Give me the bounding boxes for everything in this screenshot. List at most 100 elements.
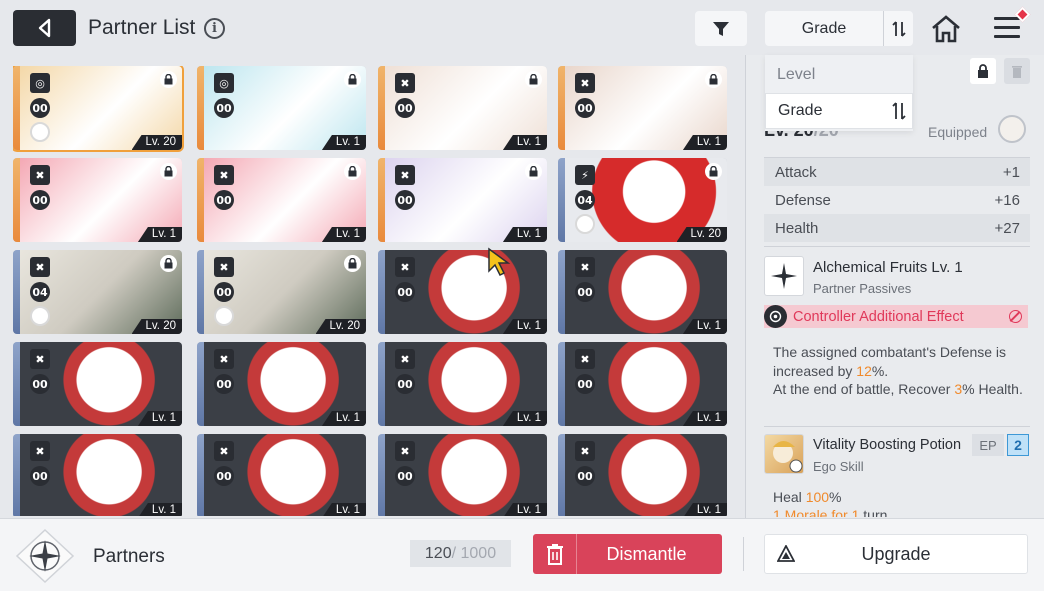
partner-card[interactable]: ✖ 00 Lv. 1 [197,434,366,516]
dismantle-button[interactable]: Dismantle [533,534,722,574]
partner-card[interactable]: ✖ 00 Lv. 1 [378,342,547,426]
back-button[interactable] [13,10,76,46]
partner-grid: ◎ 00 Lv. 20 ◎ 00 Lv. 1 ✖ 00 Lv. 1 ✖ 00 Lv. 1 ✖ 00 Lv. … [13,66,733,516]
rarity-stripe [378,434,385,516]
partners-label: Partners [93,546,165,567]
sword-class-icon: ✖ [214,349,234,369]
equipped-avatar [575,214,595,234]
info-icon[interactable]: i [204,18,225,39]
menu-button[interactable] [994,6,1031,44]
sword-class-icon: ✖ [395,165,415,185]
lock-icon [160,255,177,272]
ascension-badge: 00 [30,190,50,210]
mouse-cursor-icon [488,247,511,277]
circle-class-icon: ◎ [30,73,50,93]
passive-skill-type: Partner Passives [813,281,912,296]
ascension-badge: 00 [30,98,50,118]
upgrade-button[interactable]: Upgrade [764,534,1028,574]
partner-card[interactable]: ✖ 00 Lv. 1 [13,434,182,516]
sort-option-level[interactable]: Level [765,57,913,93]
partner-card[interactable]: ✖ 00 Lv. 1 [558,250,727,334]
partner-card[interactable]: ✖ 00 Lv. 1 [378,66,547,150]
upgrade-icon [765,534,807,574]
partner-card[interactable]: ✖ 00 Lv. 1 [13,158,182,242]
ep-label: EP [972,434,1004,456]
trash-icon [533,534,577,574]
sword-class-icon: ✖ [30,165,50,185]
sword-class-icon: ✖ [575,349,595,369]
partner-card[interactable]: ✖ 00 Lv. 1 [197,342,366,426]
equipped-character-avatar[interactable] [998,115,1026,143]
desc-text: turn [859,507,888,517]
partner-card[interactable]: ✖ 00 Lv. 1 [558,342,727,426]
rarity-stripe [558,250,565,334]
stat-name: Health [775,219,819,237]
ep-cost: 2 [1007,434,1029,456]
rarity-stripe [197,342,204,426]
partner-count: 120 / 1000 [410,540,511,567]
passive-effect-description: The assigned combatant's Defense is incr… [773,343,1035,399]
sword-class-icon: ✖ [30,441,50,461]
sword-class-icon: ✖ [214,441,234,461]
ascension-badge: 00 [214,466,234,486]
desc-text: At the end of battle, Recover [773,381,955,397]
partner-card[interactable]: ✖ 00 Lv. 1 [558,66,727,150]
circle-class-icon: ◎ [214,73,234,93]
passive-skill-icon [764,256,804,296]
ego-skill-type: Ego Skill [813,459,864,474]
partner-card[interactable]: ✖ 00 Lv. 1 [13,342,182,426]
desc-text: % [829,489,842,505]
partner-card[interactable]: ⚡ 04 Lv. 20 [558,158,727,242]
rarity-stripe [13,158,20,242]
partners-emblem-icon [12,528,78,584]
desc-text: 1 Morale for [773,507,852,517]
partner-card[interactable]: ◎ 00 Lv. 1 [197,66,366,150]
partner-card[interactable]: ✖ 04 Lv. 20 [13,250,182,334]
sort-select[interactable]: Grade [765,11,913,46]
rarity-stripe [558,158,565,242]
rarity-stripe [558,66,565,150]
desc-highlight: 100 [805,489,830,505]
sort-option-grade[interactable]: Grade [765,93,913,129]
ascension-badge: 00 [214,374,234,394]
sort-dropdown: Level Grade [765,55,913,131]
divider [743,537,744,571]
ascension-badge: 00 [395,98,415,118]
lock-button[interactable] [970,58,996,84]
partner-card[interactable]: ◎ 00 Lv. 20 [13,66,184,152]
sort-selected-label: Grade [801,19,847,37]
equipped-avatar [30,306,50,326]
stat-value: +16 [994,191,1020,209]
desc-text: Heal [773,489,806,505]
inactive-icon [1009,310,1022,323]
filter-button[interactable] [695,11,747,46]
partner-card[interactable]: ✖ 00 Lv. 1 [378,250,547,334]
rarity-stripe [197,66,204,150]
desc-text: The assigned combatant's Defense is incr… [773,344,1007,379]
partner-count-max: / 1000 [451,544,497,562]
ascension-badge: 00 [214,98,234,118]
home-button[interactable] [928,12,964,46]
divider [764,426,1030,427]
partner-card[interactable]: ✖ 00 Lv. 1 [378,158,547,242]
ascension-badge: 00 [575,282,595,302]
sort-toggle-icon[interactable] [883,11,913,46]
partner-count-current: 120 [424,544,452,562]
rarity-stripe [558,434,565,516]
rarity-stripe [13,342,20,426]
lock-icon [525,163,542,180]
filter-icon [713,21,729,36]
rarity-stripe [378,250,385,334]
partner-card[interactable]: ✖ 00 Lv. 1 [197,158,366,242]
lock-icon [705,163,722,180]
skill-morale-text: 1 Morale for 1 turn [773,507,887,517]
partner-card[interactable]: ✖ 00 Lv. 1 [558,434,727,516]
lock-icon [705,71,722,88]
partner-card[interactable]: ✖ 00 Lv. 20 [197,250,366,334]
menu-bar [994,17,1020,20]
partner-card[interactable]: ✖ 00 Lv. 1 [378,434,547,516]
ascension-badge: 00 [395,466,415,486]
discard-button[interactable] [1004,58,1030,84]
lock-icon [160,71,177,88]
ego-skill-icon [764,434,804,474]
